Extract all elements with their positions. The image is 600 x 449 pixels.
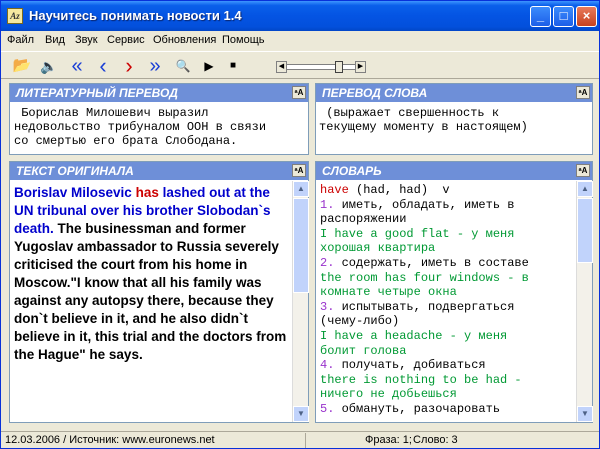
- dictionary-forms: (had, had) v: [348, 183, 450, 197]
- sense-text: получать, добиваться: [334, 358, 486, 373]
- dictionary-headword: have: [320, 183, 349, 197]
- original-current-word[interactable]: has: [136, 185, 159, 200]
- literary-translation-text: Борислав Милошевич выразил недовольство т…: [14, 106, 304, 148]
- dictionary-title: СЛОВАРЬ: [322, 164, 382, 178]
- sense-example: the room has four windows - в: [320, 270, 529, 285]
- first-phrase-icon[interactable]: «: [67, 56, 87, 76]
- scroll-thumb[interactable]: [293, 198, 309, 293]
- menu-bar: Файл Вид Звук Сервис Обновления Помощь: [1, 31, 599, 50]
- sense-example: ничего не добьешься: [320, 387, 457, 402]
- sense-number: 1.: [320, 197, 335, 212]
- dictionary-sense: 2. содержать, иметь в составе: [320, 256, 572, 271]
- status-source: 12.03.2006 / Источник: www.euronews.net: [5, 434, 215, 446]
- status-divider: [305, 433, 306, 448]
- slider-thumb[interactable]: [335, 61, 343, 73]
- sense-example: I have a good flat - у меня: [320, 226, 515, 241]
- sense-text: иметь, обладать, иметь в: [334, 197, 515, 212]
- dictionary-sense: 1. иметь, обладать, иметь в: [320, 198, 572, 213]
- next-word-icon[interactable]: ›: [121, 55, 137, 77]
- menu-service[interactable]: Сервис: [107, 34, 145, 46]
- sense-number: 3.: [320, 299, 335, 314]
- font-size-icon[interactable]: ᵃA: [292, 86, 306, 99]
- speaker-icon[interactable]: 🔈: [39, 56, 59, 76]
- menu-view[interactable]: Вид: [45, 34, 65, 46]
- menu-help[interactable]: Помощь: [222, 34, 265, 46]
- minimize-button[interactable]: _: [530, 6, 551, 27]
- sense-number: 4.: [320, 358, 335, 373]
- last-phrase-icon[interactable]: »: [145, 56, 165, 76]
- close-button[interactable]: ×: [576, 6, 597, 27]
- dictionary-scrollbar[interactable]: ▲ ▼: [576, 181, 593, 422]
- original-text[interactable]: Borislav Milosevic has lashed out at the…: [14, 184, 288, 364]
- menu-updates[interactable]: Обновления: [153, 34, 216, 46]
- dictionary-headline: have (had, had) v: [320, 183, 572, 198]
- app-window: Az Научитесь понимать новости 1.4 _ □ × …: [0, 0, 600, 449]
- sense-example: комнате четыре окна: [320, 285, 457, 300]
- sense-continuation: (чему-либо): [320, 314, 400, 329]
- search-icon[interactable]: 🔍: [173, 56, 193, 76]
- status-word: Слово: 3: [413, 434, 458, 446]
- prev-phrase-icon[interactable]: ‹: [95, 55, 111, 77]
- original-text-header: ТЕКСТ ОРИГИНАЛА ᵃA: [10, 162, 308, 180]
- dictionary-sense: 3. испытывать, подвергаться: [320, 300, 572, 315]
- original-text-panel: ТЕКСТ ОРИГИНАЛА ᵃA Borislav Milosevic ha…: [9, 161, 309, 423]
- scroll-up-icon[interactable]: ▲: [577, 181, 593, 197]
- scroll-up-icon[interactable]: ▲: [293, 181, 309, 197]
- scroll-thumb[interactable]: [577, 198, 593, 263]
- sense-example: хорошая квартира: [320, 241, 436, 256]
- dictionary-sense: 5. обмануть, разочаровать: [320, 402, 572, 417]
- original-scrollbar[interactable]: ▲ ▼: [292, 181, 309, 422]
- play-icon[interactable]: ▶: [201, 56, 217, 76]
- original-name-segment[interactable]: Borislav Milosevic: [14, 185, 132, 200]
- menu-sound[interactable]: Звук: [75, 34, 98, 46]
- dictionary-sense: 4. получать, добиваться: [320, 358, 572, 373]
- status-phrase: Фраза: 1;: [365, 434, 412, 446]
- literary-translation-title: ЛИТЕРАТУРНЫЙ ПЕРЕВОД: [16, 86, 178, 100]
- sense-number: 5.: [320, 401, 335, 416]
- font-size-icon[interactable]: ᵃA: [576, 86, 590, 99]
- word-translation-header: ПЕРЕВОД СЛОВА ᵃA: [316, 84, 592, 102]
- word-translation-panel: ПЕРЕВОД СЛОВА ᵃA (выражает свершенность …: [315, 83, 593, 155]
- dictionary-text: have (had, had) v 1. иметь, обладать, име…: [320, 183, 572, 417]
- font-size-icon[interactable]: ᵃA: [292, 164, 306, 177]
- window-title: Научитесь понимать новости 1.4: [29, 8, 242, 23]
- toolbar: 📂 🔈 « ‹ › » 🔍 ▶ ■ ◀ ▶: [1, 51, 599, 79]
- font-size-icon[interactable]: ᵃA: [576, 164, 590, 177]
- app-icon: Az: [7, 8, 23, 24]
- open-folder-icon[interactable]: 📂: [11, 56, 33, 76]
- stop-icon[interactable]: ■: [225, 56, 241, 76]
- sense-text: обмануть, разочаровать: [334, 401, 501, 416]
- sense-example: I have a headache - у меня: [320, 328, 508, 343]
- scroll-down-icon[interactable]: ▼: [293, 406, 309, 422]
- sense-example: there is nothing to be had -: [320, 372, 522, 387]
- original-rest-text[interactable]: The businessman and former Yugoslav amba…: [14, 221, 286, 362]
- word-line: (выражает свершенность к: [319, 106, 500, 120]
- literary-line: недовольство трибуналом ООН в связи: [14, 120, 267, 134]
- slider-track: [276, 64, 366, 70]
- literary-translation-panel: ЛИТЕРАТУРНЫЙ ПЕРЕВОД ᵃA Борислав Милошев…: [9, 83, 309, 155]
- literary-translation-header: ЛИТЕРАТУРНЫЙ ПЕРЕВОД ᵃA: [10, 84, 308, 102]
- dictionary-header: СЛОВАРЬ ᵃA: [316, 162, 592, 180]
- sense-number: 2.: [320, 255, 335, 270]
- maximize-button[interactable]: □: [553, 6, 574, 27]
- literary-line: Борислав Милошевич выразил: [14, 106, 209, 120]
- original-text-title: ТЕКСТ ОРИГИНАЛА: [16, 164, 134, 178]
- menu-file[interactable]: Файл: [7, 34, 34, 46]
- speed-slider[interactable]: ◀ ▶: [276, 61, 366, 73]
- sense-text: испытывать, подвергаться: [334, 299, 515, 314]
- scroll-down-icon[interactable]: ▼: [577, 406, 593, 422]
- sense-text: содержать, иметь в составе: [334, 255, 529, 270]
- word-translation-text: (выражает свершенность к текущему моменту…: [319, 106, 588, 134]
- slider-right-arrow-icon[interactable]: ▶: [355, 61, 366, 73]
- sense-continuation: распоряжении: [320, 212, 407, 227]
- word-line: текущему моменту в настоящем): [319, 120, 528, 134]
- slider-left-arrow-icon[interactable]: ◀: [276, 61, 287, 73]
- dictionary-panel: СЛОВАРЬ ᵃA have (had, had) v 1. иметь, об…: [315, 161, 593, 423]
- status-bar: 12.03.2006 / Источник: www.euronews.net …: [1, 431, 599, 449]
- sense-example: болит голова: [320, 343, 407, 358]
- word-translation-title: ПЕРЕВОД СЛОВА: [322, 86, 428, 100]
- title-bar[interactable]: Az Научитесь понимать новости 1.4 _ □ ×: [1, 1, 599, 31]
- literary-line: со смертью его брата Слободана.: [14, 134, 238, 148]
